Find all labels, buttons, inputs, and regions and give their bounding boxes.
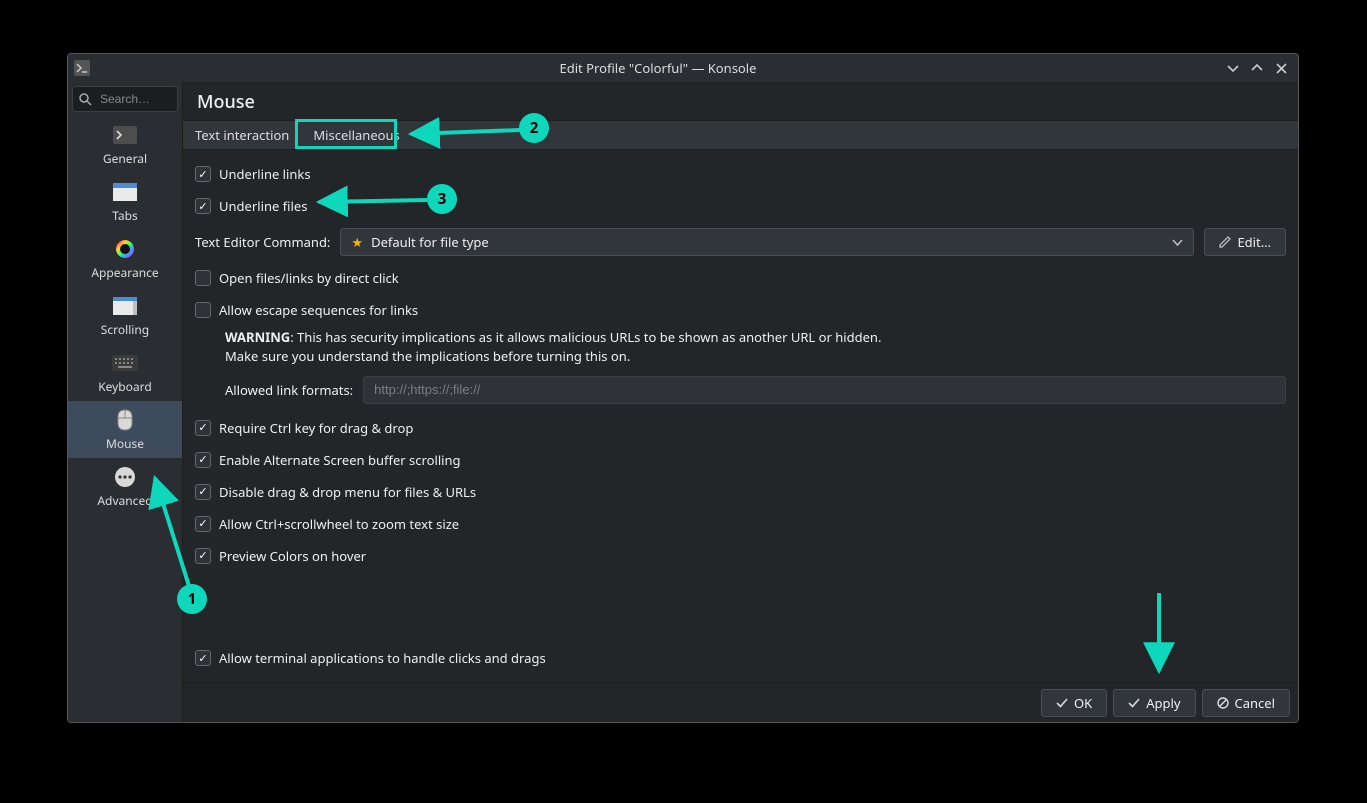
pencil-icon: [1219, 236, 1231, 248]
close-button-icon[interactable]: [1270, 57, 1292, 79]
handle-clicks-label: Allow terminal applications to handle cl…: [219, 649, 546, 667]
tab-miscellaneous[interactable]: Miscellaneous: [301, 121, 411, 149]
text-editor-value: Default for file type: [371, 233, 489, 251]
text-editor-combo[interactable]: ★ Default for file type: [340, 228, 1194, 256]
underline-links-label: Underline links: [219, 165, 311, 183]
tab-label: Miscellaneous: [313, 126, 399, 144]
window-icon: [111, 181, 139, 203]
star-icon: ★: [351, 233, 363, 251]
cancel-button[interactable]: Cancel: [1202, 689, 1290, 717]
ctrl-scroll-zoom-label: Allow Ctrl+scrollwheel to zoom text size: [219, 515, 459, 533]
dialog-footer: OK Apply Cancel: [183, 682, 1298, 722]
sidebar-item-label: Advanced: [97, 492, 152, 509]
underline-files-checkbox[interactable]: [195, 198, 211, 214]
cancel-icon: [1217, 697, 1229, 709]
mouse-icon: [111, 409, 139, 431]
alt-screen-scroll-checkbox[interactable]: [195, 452, 211, 468]
sidebar-item-general[interactable]: General: [68, 116, 182, 173]
ok-button[interactable]: OK: [1041, 689, 1107, 717]
apply-button-label: Apply: [1146, 694, 1180, 712]
allowed-formats-label: Allowed link formats:: [225, 381, 353, 399]
search-input[interactable]: [98, 91, 171, 107]
search-field[interactable]: [72, 86, 178, 112]
color-wheel-icon: [111, 238, 139, 260]
sidebar-item-label: Mouse: [106, 435, 144, 452]
tab-bar: Text interaction Miscellaneous: [183, 120, 1298, 150]
warning-text-1: : This has security implications as it a…: [290, 328, 881, 346]
tab-label: Text interaction: [195, 126, 289, 144]
allow-escape-seq-checkbox[interactable]: [195, 302, 211, 318]
main-panel: Mouse Text interaction Miscellaneous Und…: [183, 82, 1298, 722]
handle-clicks-checkbox[interactable]: [195, 650, 211, 666]
sidebar-item-label: Appearance: [91, 264, 158, 281]
sidebar-item-scrolling[interactable]: Scrolling: [68, 287, 182, 344]
minimize-button-icon[interactable]: [1222, 57, 1244, 79]
open-direct-click-checkbox[interactable]: [195, 270, 211, 286]
titlebar: Edit Profile "Colorful" — Konsole: [68, 54, 1298, 82]
underline-files-label: Underline files: [219, 197, 307, 215]
ctrl-scroll-zoom-checkbox[interactable]: [195, 516, 211, 532]
window-title: Edit Profile "Colorful" — Konsole: [96, 59, 1220, 77]
sidebar: General Tabs: [68, 82, 183, 722]
apply-button[interactable]: Apply: [1113, 689, 1195, 717]
ok-button-label: OK: [1074, 694, 1092, 712]
sidebar-item-tabs[interactable]: Tabs: [68, 173, 182, 230]
preview-colors-label: Preview Colors on hover: [219, 547, 366, 565]
konsole-app-icon: [74, 60, 90, 76]
keyboard-icon: [111, 352, 139, 374]
text-editor-label: Text Editor Command:: [195, 233, 330, 251]
disable-dnd-menu-label: Disable drag & drop menu for files & URL…: [219, 483, 476, 501]
require-ctrl-dnd-checkbox[interactable]: [195, 420, 211, 436]
preview-colors-checkbox[interactable]: [195, 548, 211, 564]
check-icon: [1056, 697, 1068, 709]
sidebar-item-advanced[interactable]: Advanced: [68, 458, 182, 515]
edit-button-label: Edit…: [1237, 233, 1271, 251]
allow-escape-seq-label: Allow escape sequences for links: [219, 301, 418, 319]
disable-dnd-menu-checkbox[interactable]: [195, 484, 211, 500]
ellipsis-icon: [111, 466, 139, 488]
misc-content: Underline links Underline files Text Edi…: [183, 150, 1298, 682]
cancel-button-label: Cancel: [1235, 694, 1275, 712]
maximize-button-icon[interactable]: [1246, 57, 1268, 79]
sidebar-item-keyboard[interactable]: Keyboard: [68, 344, 182, 401]
underline-links-checkbox[interactable]: [195, 166, 211, 182]
sidebar-item-label: Tabs: [112, 207, 138, 224]
open-direct-click-label: Open files/links by direct click: [219, 269, 399, 287]
sidebar-item-appearance[interactable]: Appearance: [68, 230, 182, 287]
edit-profile-window: Edit Profile "Colorful" — Konsole: [67, 53, 1299, 723]
tab-text-interaction[interactable]: Text interaction: [183, 121, 301, 149]
warning-label: WARNING: [225, 328, 290, 346]
page-title: Mouse: [183, 82, 1298, 120]
sidebar-item-mouse[interactable]: Mouse: [68, 401, 182, 458]
sidebar-item-label: Scrolling: [101, 321, 149, 338]
sidebar-nav: General Tabs: [68, 116, 182, 515]
chevron-down-icon: [1172, 237, 1183, 248]
sidebar-item-label: General: [103, 150, 147, 167]
require-ctrl-dnd-label: Require Ctrl key for drag & drop: [219, 419, 413, 437]
edit-text-editor-button[interactable]: Edit…: [1204, 228, 1286, 256]
allowed-formats-input[interactable]: [363, 376, 1286, 404]
terminal-icon: [111, 124, 139, 146]
scroll-window-icon: [111, 295, 139, 317]
search-icon: [79, 93, 92, 106]
alt-screen-scroll-label: Enable Alternate Screen buffer scrolling: [219, 451, 461, 469]
sidebar-item-label: Keyboard: [98, 378, 152, 395]
warning-text-2: Make sure you understand the implication…: [225, 347, 630, 365]
escape-seq-warning: WARNING: This has security implications …: [195, 326, 1286, 372]
check-icon: [1128, 697, 1140, 709]
